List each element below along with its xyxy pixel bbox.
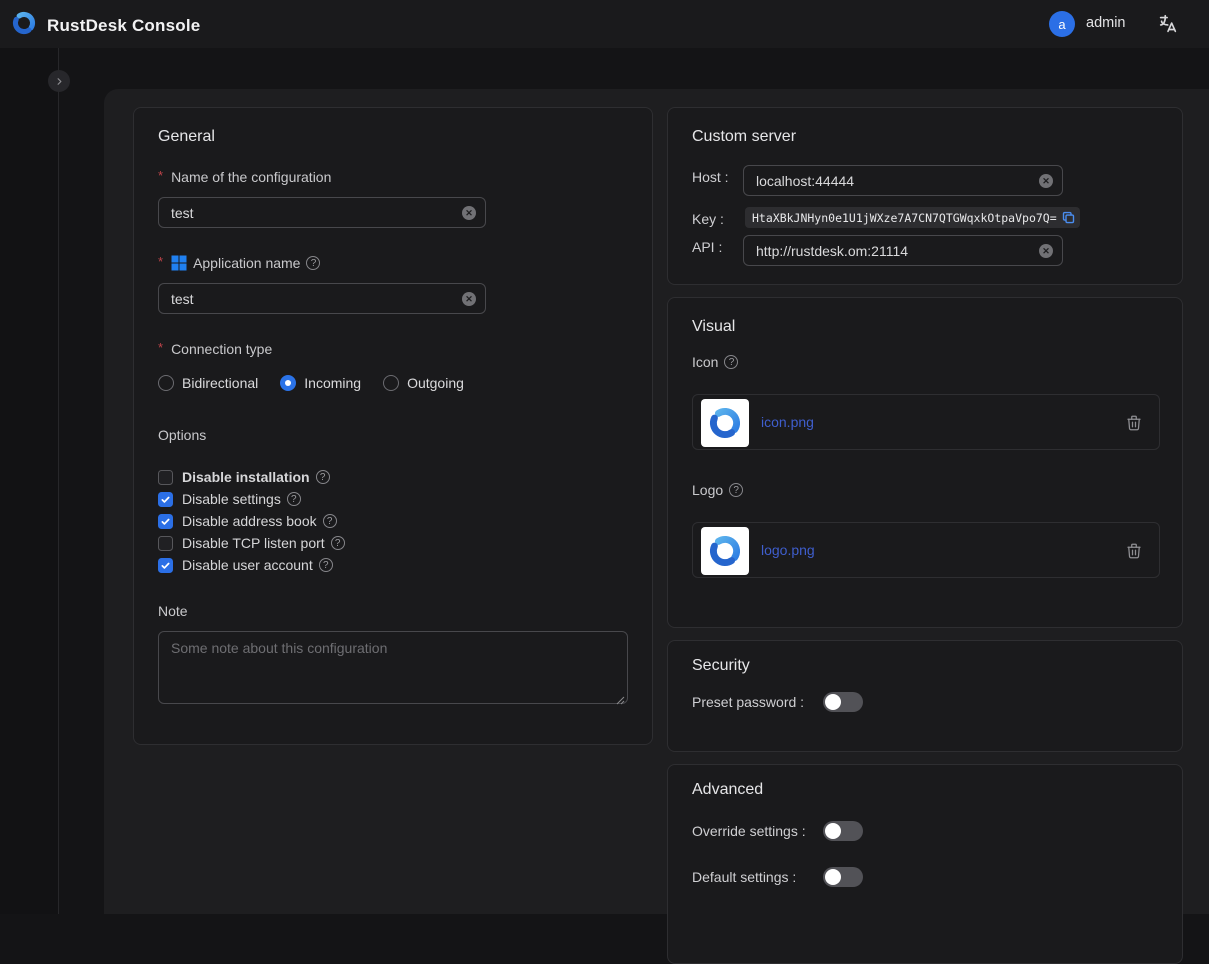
logo-thumbnail — [701, 527, 749, 575]
help-icon[interactable]: ? — [316, 470, 330, 484]
checkbox-checked-icon[interactable] — [158, 558, 173, 573]
clear-icon[interactable]: ✕ — [462, 206, 476, 220]
brand: RustDesk Console — [10, 9, 200, 42]
checkbox-unchecked-icon[interactable] — [158, 536, 173, 551]
config-name-input[interactable] — [158, 197, 486, 228]
icon-file-row: icon.png — [692, 394, 1160, 450]
trash-icon[interactable] — [1125, 542, 1143, 560]
logo-label: Logo ? — [692, 482, 743, 498]
options-label: Options — [158, 427, 206, 443]
note-textarea[interactable] — [158, 631, 628, 704]
sidebar — [0, 48, 58, 914]
general-title: General — [158, 128, 215, 146]
rustdesk-logo-icon — [10, 9, 38, 42]
windows-icon — [171, 255, 187, 271]
app-name-label: * Application name ? — [158, 255, 320, 271]
option-disable-tcp-listen-port[interactable]: Disable TCP listen port ? — [158, 532, 345, 554]
host-field-wrap: ✕ — [743, 165, 1063, 196]
config-name-field-wrap: ✕ — [158, 197, 486, 228]
override-settings-label: Override settings : — [692, 823, 806, 839]
radio-incoming[interactable]: Incoming — [280, 375, 361, 391]
key-value: HtaXBkJNHyn0e1U1jWXze7A7CN7QTGWqxkOtpaVp… — [752, 211, 1057, 225]
app-name-input[interactable] — [158, 283, 486, 314]
default-settings-label: Default settings : — [692, 869, 796, 885]
sidebar-divider — [58, 48, 59, 914]
radio-outgoing[interactable]: Outgoing — [383, 375, 464, 391]
advanced-card: Advanced Override settings : Default set… — [667, 764, 1183, 964]
clear-icon[interactable]: ✕ — [1039, 174, 1053, 188]
main-panel: General * Name of the configuration ✕ * … — [104, 89, 1209, 914]
language-icon[interactable] — [1157, 13, 1179, 35]
sidebar-collapse-button[interactable] — [48, 70, 70, 92]
radio-bidirectional[interactable]: Bidirectional — [158, 375, 258, 391]
username[interactable]: admin — [1086, 15, 1126, 31]
host-label: Host : — [692, 169, 729, 185]
checkbox-checked-icon[interactable] — [158, 514, 173, 529]
preset-password-label: Preset password : — [692, 694, 804, 710]
trash-icon[interactable] — [1125, 414, 1143, 432]
required-asterisk: * — [158, 168, 163, 183]
security-card: Security Preset password : — [667, 640, 1183, 752]
copy-icon[interactable] — [1061, 210, 1076, 225]
icon-file-link[interactable]: icon.png — [761, 414, 814, 430]
radio-icon[interactable] — [383, 375, 399, 391]
required-asterisk: * — [158, 340, 163, 355]
clear-icon[interactable]: ✕ — [1039, 244, 1053, 258]
help-icon[interactable]: ? — [287, 492, 301, 506]
logo-file-link[interactable]: logo.png — [761, 542, 815, 558]
option-disable-address-book[interactable]: Disable address book ? — [158, 510, 337, 532]
visual-title: Visual — [692, 318, 735, 336]
help-icon[interactable]: ? — [306, 256, 320, 270]
help-icon[interactable]: ? — [323, 514, 337, 528]
help-icon[interactable]: ? — [724, 355, 738, 369]
preset-password-toggle[interactable] — [823, 692, 863, 712]
icon-label: Icon ? — [692, 354, 738, 370]
override-settings-toggle[interactable] — [823, 821, 863, 841]
radio-icon-checked[interactable] — [280, 375, 296, 391]
connection-type-radio-group: Bidirectional Incoming Outgoing — [158, 375, 464, 391]
key-label: Key : — [692, 211, 724, 227]
help-icon[interactable]: ? — [729, 483, 743, 497]
clear-icon[interactable]: ✕ — [462, 292, 476, 306]
checkbox-unchecked-icon[interactable] — [158, 470, 173, 485]
key-value-pill: HtaXBkJNHyn0e1U1jWXze7A7CN7QTGWqxkOtpaVp… — [745, 207, 1080, 228]
required-asterisk: * — [158, 254, 163, 269]
custom-server-card: Custom server Host : ✕ Key : HtaXBkJNHyn… — [667, 107, 1183, 285]
visual-card: Visual Icon ? icon.png — [667, 297, 1183, 628]
api-input[interactable] — [743, 235, 1063, 266]
user-avatar[interactable]: a — [1049, 11, 1075, 37]
checkbox-checked-icon[interactable] — [158, 492, 173, 507]
app-name-field-wrap: ✕ — [158, 283, 486, 314]
option-disable-user-account[interactable]: Disable user account ? — [158, 554, 333, 576]
option-disable-settings[interactable]: Disable settings ? — [158, 488, 301, 510]
app-title: RustDesk Console — [47, 16, 200, 36]
general-card: General * Name of the configuration ✕ * … — [133, 107, 653, 745]
api-label: API : — [692, 239, 722, 255]
security-title: Security — [692, 657, 750, 675]
connection-type-label: * Connection type — [158, 341, 272, 357]
config-name-label: * Name of the configuration — [158, 169, 331, 185]
note-label: Note — [158, 603, 188, 619]
host-input[interactable] — [743, 165, 1063, 196]
help-icon[interactable]: ? — [319, 558, 333, 572]
top-bar: RustDesk Console a admin — [0, 0, 1209, 48]
custom-server-title: Custom server — [692, 128, 796, 146]
radio-icon[interactable] — [158, 375, 174, 391]
api-field-wrap: ✕ — [743, 235, 1063, 266]
help-icon[interactable]: ? — [331, 536, 345, 550]
icon-thumbnail — [701, 399, 749, 447]
advanced-title: Advanced — [692, 781, 763, 799]
default-settings-toggle[interactable] — [823, 867, 863, 887]
logo-file-row: logo.png — [692, 522, 1160, 578]
option-disable-installation[interactable]: Disable installation ? — [158, 466, 330, 488]
